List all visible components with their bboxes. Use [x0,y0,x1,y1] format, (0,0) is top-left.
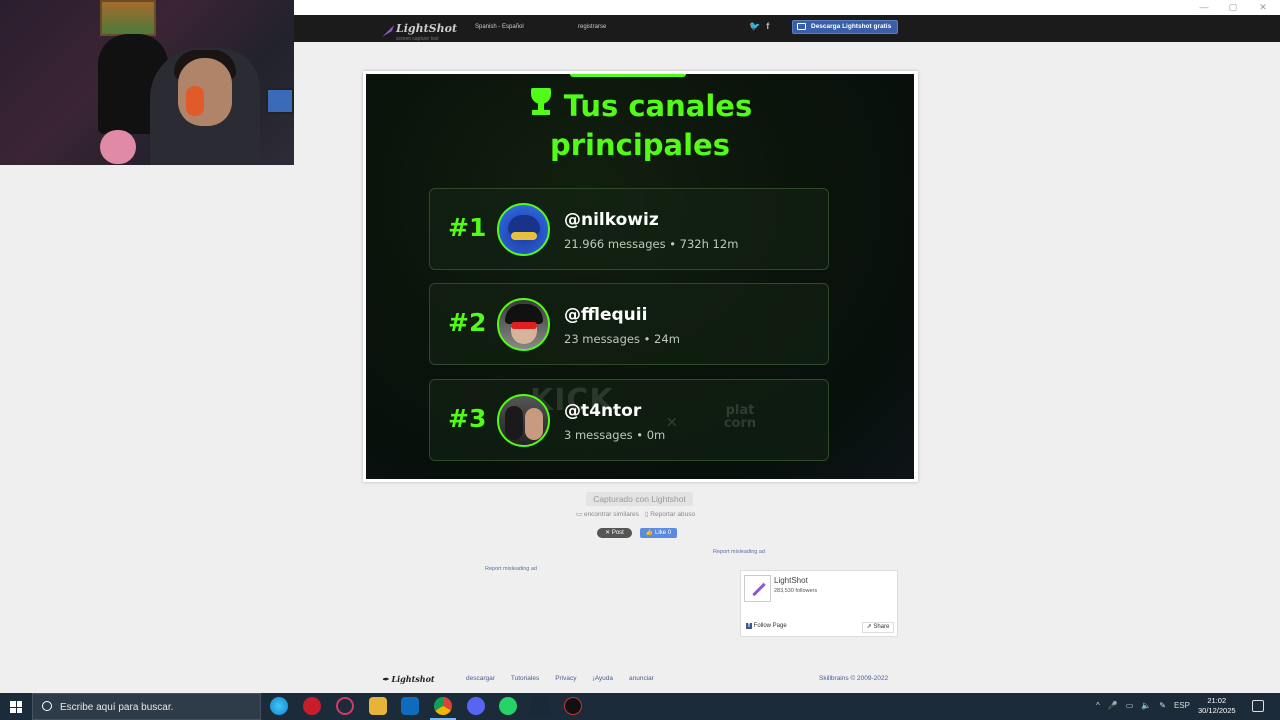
captured-with-lightshot[interactable]: Capturado con Lightshot [586,492,693,506]
rank-stats: 23 messages • 24m [564,332,680,346]
rank-username: @fflequii [564,305,648,325]
system-tray: ^ 🎤 ▭ 🔈 ✎ ESP [1096,701,1190,710]
avatar [497,203,550,256]
rank-card-2: #2 @fflequii 23 messages • 24m [429,283,829,365]
file-explorer-icon[interactable] [369,697,387,715]
find-similar-label: encontrar similares [583,511,639,518]
download-icon [797,23,806,30]
footer-link-help[interactable]: ¡Ayuda [593,675,613,682]
lightshot-header: LightShot screen capture tool Spanish - … [294,15,1280,42]
rank-number: #1 [448,213,487,242]
taskbar-search[interactable]: Escribe aquí para buscar. [32,693,261,720]
start-button[interactable] [0,693,32,720]
title-line-2: principales [550,128,730,162]
footer-link-advertise[interactable]: anunciar [629,675,654,682]
find-similar-link[interactable]: ▭ encontrar similares [576,510,639,518]
obs-icon[interactable] [564,697,582,715]
footer-link-download[interactable]: descargar [466,675,495,682]
feather-icon [382,24,394,37]
report-ad-link[interactable]: Report misleading ad [713,549,765,555]
opera-icon[interactable] [303,697,321,715]
taskbar-clock[interactable]: 21:02 30/12/2025 [1198,696,1236,716]
webcam-overlay [0,0,294,165]
footer-links: descargar Tutoriales Privacy ¡Ayuda anun… [466,675,670,682]
shot-top-accent [570,74,686,77]
report-ad-link[interactable]: Report misleading ad [485,566,537,572]
steam-icon[interactable] [531,697,549,715]
platcorn-watermark: plat corn [723,403,757,431]
rank-number: #3 [448,404,487,433]
footer-link-tutorials[interactable]: Tutoriales [511,675,539,682]
download-button[interactable]: Descarga Lightshot gratis [792,20,899,34]
share-label: Share [873,624,890,630]
fb-page-name[interactable]: LightShot [774,576,808,585]
minimize-button[interactable]: — [1190,0,1218,15]
volume-icon[interactable]: 🔈 [1141,701,1151,710]
facebook-icon[interactable]: f [766,21,769,32]
whatsapp-icon[interactable] [499,697,517,715]
microphone-icon[interactable]: 🎤 [1108,701,1118,710]
follow-page-button[interactable]: f Follow Page [746,623,787,629]
discord-icon[interactable] [467,697,485,715]
facebook-icon: f [746,623,752,629]
image-actions: ▭ encontrar similares ▯ Reportar abuso [576,510,695,518]
windows-icon [10,701,22,713]
store-icon[interactable] [401,697,419,715]
pen-icon[interactable]: ✎ [1159,701,1166,710]
facebook-page-widget: LightShot 283,530 followers f Follow Pag… [740,570,898,637]
chrome-icon[interactable] [434,697,452,715]
register-link[interactable]: registrarse [578,24,606,30]
clock-date: 30/12/2025 [1198,706,1236,715]
screenshot-image[interactable]: Tus canales principales #1 @nilkowiz 21.… [366,74,914,479]
language-select[interactable]: Spanish - Español [475,24,524,30]
search-icon [42,701,52,711]
logo-subtitle: screen capture tool [396,36,439,42]
notification-icon[interactable] [1252,700,1264,712]
trophy-icon [528,86,554,118]
twitter-icon[interactable]: 🐦 [749,21,760,32]
rank-number: #2 [448,308,487,337]
footer-link-privacy[interactable]: Privacy [555,675,576,682]
close-button[interactable]: ✕ [1249,0,1277,15]
chevron-up-icon[interactable]: ^ [1096,701,1100,710]
watermark-x-icon: ✕ [666,414,678,430]
follow-page-label: Follow Page [753,623,787,629]
clock-time: 21:02 [1207,696,1227,705]
like-button[interactable]: 👍 Like 0 [640,528,677,538]
edge-icon[interactable] [270,697,288,715]
rank-username: @nilkowiz [564,210,659,230]
footer-logo[interactable]: ✒ Lightshot [382,674,435,684]
rank-stats: 3 messages • 0m [564,428,666,442]
network-icon[interactable]: ▭ [1126,701,1134,710]
post-button[interactable]: ✕ Post [597,528,632,538]
lightshot-logo[interactable]: LightShot screen capture tool [380,19,457,42]
download-button-label: Descarga Lightshot gratis [811,23,892,30]
webcam-poster [100,0,156,36]
maximize-button[interactable]: ▢ [1219,0,1247,15]
rank-card-1: #1 @nilkowiz 21.966 messages • 732h 12m [429,188,829,270]
windows-taskbar: Escribe aquí para buscar. ^ 🎤 ▭ 🔈 ✎ ESP … [0,693,1280,720]
webcam-headset [186,86,204,116]
social-links: 🐦 f [749,21,769,32]
webcam-monitor [266,88,294,114]
rank-card-3: KICK ✕ plat corn #3 @t4ntor 3 messages •… [429,379,829,461]
rank-stats: 21.966 messages • 732h 12m [564,237,739,251]
share-button[interactable]: ⇗ Share [862,622,894,633]
report-abuse-label: Reportar abuso [650,511,696,518]
avatar [497,394,550,447]
title-line-1: Tus canales [563,89,753,123]
report-abuse-link[interactable]: ▯ Reportar abuso [645,510,695,518]
avatar [497,298,550,351]
lightshot-page-logo[interactable] [744,575,771,602]
webcam-plush [100,130,136,164]
language-indicator[interactable]: ESP [1174,701,1190,710]
footer-logo-text: Lightshot [391,674,435,684]
shot-title: Tus canales principales [366,86,914,165]
rank-username: @t4ntor [564,401,642,421]
search-placeholder: Escribe aquí para buscar. [60,702,174,713]
opera-gx-icon[interactable] [336,697,354,715]
footer-copyright[interactable]: Skillbrains © 2009-2022 [819,675,888,682]
logo-text: LightShot [396,22,458,35]
fb-followers: 283,530 followers [774,588,818,594]
